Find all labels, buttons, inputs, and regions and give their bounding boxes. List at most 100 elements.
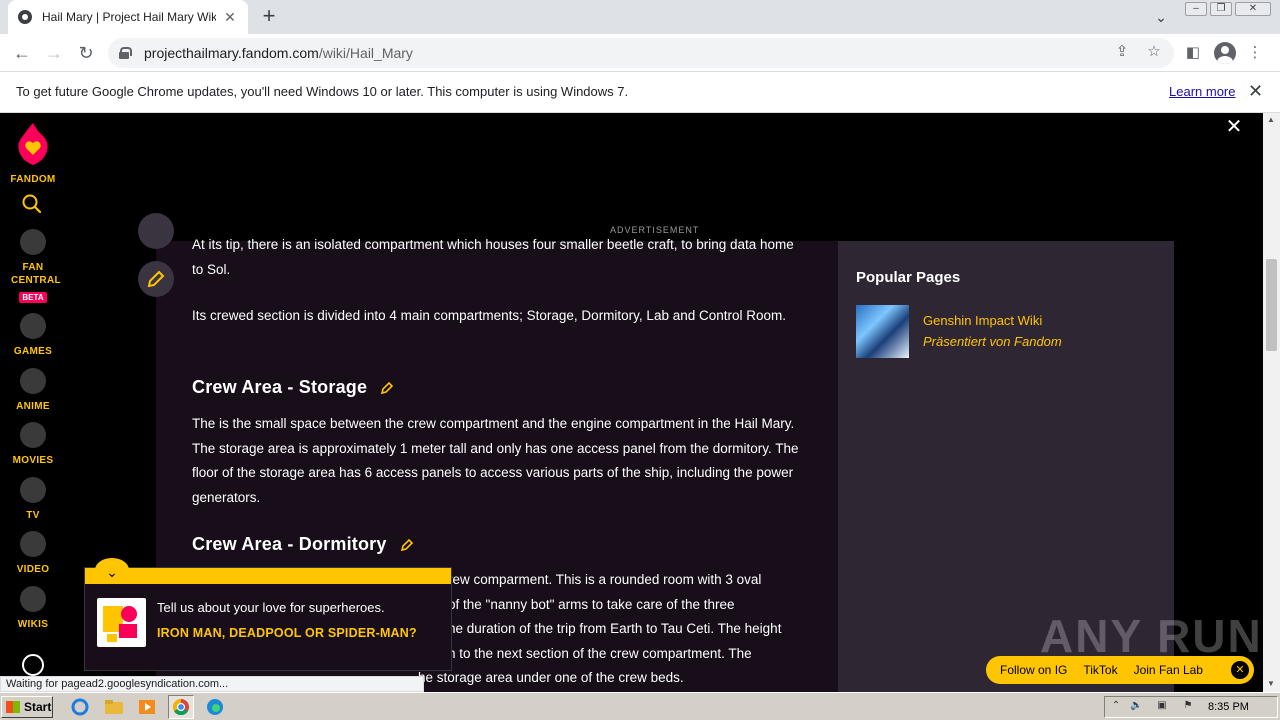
action-center-flag-icon[interactable]: ⚑ [1182, 700, 1194, 712]
sidebar-item-label: WIKIS [17, 619, 49, 630]
social-pill: Follow on IG TikTok Join Fan Lab ✕ [986, 656, 1254, 684]
sidebar-item-games[interactable]: GAMES [0, 313, 66, 358]
update-infobar: To get future Google Chrome updates, you… [0, 72, 1280, 113]
url-host: projecthailmary.fandom.com [144, 45, 319, 61]
dorm-line-2: of the "nanny bot" arms to take care of … [448, 597, 735, 612]
folder-icon[interactable] [103, 697, 125, 717]
share-icon[interactable]: ⇪ [1112, 42, 1132, 62]
vertical-scrollbar[interactable]: ▲ ▼ [1263, 113, 1280, 692]
play-icon [20, 531, 46, 557]
pill-close-icon[interactable]: ✕ [1231, 661, 1249, 679]
anyrun-watermark: ANY RUN [1040, 610, 1263, 662]
sidebar-item-label: VIDEO [16, 564, 50, 575]
sidebar-item-label: GAMES [13, 346, 53, 357]
ie-icon[interactable] [69, 697, 91, 717]
sidebar-item-label: FAN CENTRAL [11, 262, 61, 286]
popup-question-link[interactable]: IRON MAN, DEADPOOL OR SPIDER-MAN? [157, 625, 427, 641]
sidebar-item-label: ANIME [16, 401, 50, 412]
join-fan-lab-link[interactable]: Join Fan Lab [1134, 663, 1203, 677]
scroll-down-arrow-icon[interactable]: ▼ [1267, 679, 1275, 688]
menu-kebab-icon[interactable]: ⋮ [1242, 40, 1268, 66]
fandom-favicon-icon [18, 10, 32, 24]
tray-expand-icon[interactable]: ⌃ [1110, 700, 1122, 712]
dormitory-heading-text: Crew Area - Dormitory [192, 534, 387, 554]
start-button[interactable]: Start [1, 696, 53, 718]
new-tab-button[interactable]: + [258, 5, 280, 28]
dorm-line-3: he duration of the trip from Earth to Ta… [448, 621, 782, 636]
dorm-line-5: he storage area under one of the crew be… [418, 670, 684, 685]
storage-heading-text: Crew Area - Storage [192, 377, 368, 397]
address-bar[interactable]: projecthailmary.fandom.com/wiki/Hail_Mar… [108, 38, 1174, 68]
profile-avatar-icon[interactable] [1214, 42, 1236, 64]
fandom-brand[interactable]: FANDOM [0, 173, 66, 186]
fandom-sidebar: FANDOM FAN CENTRAL BETA GAMES ANIME MOVI… [0, 113, 66, 692]
sidebar-user[interactable] [0, 654, 66, 676]
tv-icon [20, 477, 46, 503]
pencil-icon [147, 270, 165, 288]
minimize-button[interactable]: – [1185, 2, 1207, 16]
network-icon[interactable]: ▣ [1156, 700, 1168, 712]
bookmark-star-icon[interactable]: ☆ [1144, 42, 1164, 62]
sidebar-item-anime[interactable]: ANIME [0, 368, 66, 413]
tab-close-icon[interactable]: ✕ [222, 9, 238, 26]
intro-paragraph: At its tip, there is an isolated compart… [192, 237, 794, 277]
dormitory-heading: Crew Area - Dormitory [192, 534, 414, 555]
popular-page-link[interactable]: Genshin Impact Wiki [923, 313, 1042, 328]
tiktok-link[interactable]: TikTok [1083, 663, 1117, 677]
storage-heading: Crew Area - Storage [192, 377, 394, 398]
url-path: /wiki/Hail_Mary [318, 45, 413, 61]
fandom-label: FANDOM [10, 174, 56, 185]
sidebar-item-tv[interactable]: TV [0, 477, 66, 522]
side-panel-icon[interactable]: ◧ [1180, 40, 1206, 66]
edit-pencil-icon[interactable] [400, 538, 414, 552]
media-player-icon[interactable] [136, 697, 158, 717]
community-prompt-popup: ⌄ Tell us about your love for superheroe… [84, 558, 452, 671]
sidebar-item-label: MOVIES [12, 455, 54, 466]
infobar-close-icon[interactable]: ✕ [1248, 81, 1263, 102]
browser-tab[interactable]: Hail Mary | Project Hail Mary Wiki | F ✕ [8, 0, 248, 34]
floating-action-button[interactable] [138, 213, 174, 249]
search-icon[interactable] [22, 194, 42, 214]
close-window-button[interactable]: ✕ [1235, 2, 1271, 16]
status-bar: Waiting for pagead2.googlesyndication.co… [0, 676, 424, 692]
reload-button[interactable]: ↻ [73, 40, 99, 66]
clapperboard-icon [20, 422, 46, 448]
forward-button[interactable]: → [41, 40, 67, 66]
popup-message: Tell us about your love for superheroes. [157, 600, 385, 615]
tab-title: Hail Mary | Project Hail Mary Wiki | F [42, 10, 216, 24]
browser-toolbar: ← → ↻ projecthailmary.fandom.com/wiki/Ha… [0, 34, 1280, 72]
edge-icon[interactable] [204, 697, 226, 717]
sidebar-item-wikis[interactable]: WIKIS [0, 586, 66, 631]
rocket-icon [20, 229, 46, 255]
learn-more-link[interactable]: Learn more [1169, 84, 1235, 99]
sidebar-item-movies[interactable]: MOVIES [0, 422, 66, 467]
scroll-up-arrow-icon[interactable]: ▲ [1267, 115, 1275, 124]
follow-ig-link[interactable]: Follow on IG [1000, 663, 1067, 677]
scrollbar-thumb[interactable] [1266, 259, 1277, 351]
ad-close-icon[interactable]: ✕ [1224, 117, 1244, 137]
sidebar-item-fan-central[interactable]: FAN CENTRAL BETA [0, 229, 66, 305]
popup-top-bar [85, 568, 451, 584]
back-button[interactable]: ← [9, 40, 35, 66]
volume-icon[interactable]: 🔈 [1130, 700, 1142, 712]
chrome-taskbar-icon[interactable] [168, 695, 194, 719]
tab-search-chevron-icon[interactable]: ⌄ [1150, 6, 1172, 28]
beta-badge: BETA [19, 292, 47, 303]
superhero-illustration-icon [97, 598, 146, 647]
fandom-logo-icon[interactable] [16, 121, 50, 167]
lock-icon[interactable] [118, 47, 132, 59]
infobar-message: To get future Google Chrome updates, you… [16, 84, 629, 99]
collapse-chevron-icon[interactable]: ⌄ [95, 558, 129, 582]
start-label: Start [24, 700, 52, 714]
edit-page-button[interactable] [138, 261, 174, 297]
user-icon [22, 654, 44, 676]
windows-taskbar: Start ⌃ 🔈 ▣ ⚑ 8:35 PM [0, 692, 1280, 720]
gamepad-icon [20, 313, 46, 339]
restore-button[interactable]: ❐ [1210, 2, 1232, 16]
storage-paragraph: The is the small space between the crew … [192, 416, 799, 505]
sidebar-item-video[interactable]: VIDEO [0, 531, 66, 576]
anime-face-icon [20, 368, 46, 394]
edit-pencil-icon[interactable] [380, 381, 394, 395]
genshin-thumbnail[interactable] [856, 305, 909, 358]
taskbar-clock[interactable]: 8:35 PM [1208, 701, 1249, 713]
